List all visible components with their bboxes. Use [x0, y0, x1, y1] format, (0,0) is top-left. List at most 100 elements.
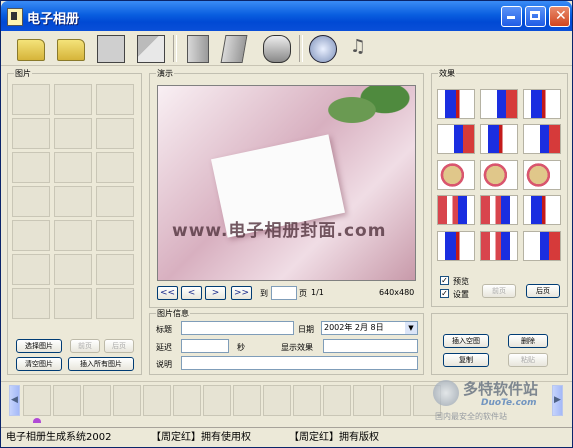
- save-icon[interactable]: [97, 35, 125, 63]
- toolbar-separator: [173, 35, 177, 62]
- effect-tile[interactable]: [480, 160, 518, 190]
- picture-slot[interactable]: [12, 186, 50, 217]
- picture-slot[interactable]: [12, 220, 50, 251]
- delay-field[interactable]: [181, 339, 229, 353]
- title-bar[interactable]: 电子相册 ✕: [1, 1, 572, 31]
- picture-slot[interactable]: [12, 254, 50, 285]
- seconds-label: 秒: [237, 343, 245, 352]
- new-folder-icon[interactable]: [17, 39, 45, 61]
- picture-slot[interactable]: [96, 220, 134, 251]
- effects-next-button[interactable]: 后页: [526, 284, 560, 298]
- effect-tile[interactable]: [523, 195, 561, 225]
- prev-page-button[interactable]: 前页: [70, 339, 100, 353]
- preview-image: www.电子相册封面.com: [157, 85, 416, 281]
- prev-button[interactable]: <: [181, 286, 202, 300]
- effect-tile[interactable]: [480, 195, 518, 225]
- next-page-button[interactable]: 后页: [104, 339, 134, 353]
- settings-checkbox[interactable]: ✓: [440, 289, 449, 298]
- status-bar: 电子相册生成系统2002 【周定红】拥有使用权 【周定红】拥有版权: [1, 427, 572, 447]
- picture-slot[interactable]: [96, 288, 134, 319]
- resolution-label: 640x480: [379, 288, 415, 297]
- filmstrip-slot[interactable]: [263, 385, 291, 416]
- scroll-right-icon[interactable]: ▶: [552, 385, 563, 416]
- music-icon[interactable]: ♫: [345, 35, 371, 61]
- first-page-button[interactable]: <<: [157, 286, 178, 300]
- effect-tile[interactable]: [437, 89, 475, 119]
- delete-button[interactable]: 删除: [508, 334, 548, 348]
- picture-slot[interactable]: [54, 118, 92, 149]
- effect-tile[interactable]: [523, 89, 561, 119]
- picture-slot[interactable]: [54, 254, 92, 285]
- effect-tile[interactable]: [523, 124, 561, 154]
- recycle-bin-icon[interactable]: [263, 35, 291, 63]
- description-field[interactable]: [181, 356, 418, 370]
- filmstrip-slot[interactable]: [173, 385, 201, 416]
- globe-icon[interactable]: [309, 35, 337, 63]
- filmstrip-slot[interactable]: [83, 385, 111, 416]
- picture-slot[interactable]: [12, 118, 50, 149]
- filmstrip-slot[interactable]: [383, 385, 411, 416]
- insert-blank-button[interactable]: 插入空图: [443, 334, 489, 348]
- picture-slot[interactable]: [54, 288, 92, 319]
- picture-slot[interactable]: [96, 186, 134, 217]
- title-field[interactable]: [181, 321, 294, 335]
- picture-slot[interactable]: [12, 152, 50, 183]
- logo-emblem-icon: [433, 380, 459, 406]
- effect-tile[interactable]: [437, 124, 475, 154]
- effect-tile[interactable]: [437, 195, 475, 225]
- filmstrip-slot[interactable]: [143, 385, 171, 416]
- effect-tile[interactable]: [437, 231, 475, 261]
- picture-slot[interactable]: [96, 254, 134, 285]
- logo-tagline: 国内最安全的软件站: [435, 412, 507, 421]
- picture-slot[interactable]: [54, 186, 92, 217]
- date-picker[interactable]: 2002年 2月 8日 ▼: [321, 321, 418, 335]
- document-icon[interactable]: [187, 35, 209, 63]
- insert-all-pictures-button[interactable]: 插入所有图片: [68, 357, 134, 371]
- clear-pictures-button[interactable]: 清空图片: [16, 357, 62, 371]
- maximize-button[interactable]: [525, 6, 546, 27]
- picture-slot[interactable]: [96, 118, 134, 149]
- preview-checkbox[interactable]: ✓: [440, 276, 449, 285]
- status-usage-rights: 【周定红】拥有使用权: [151, 432, 251, 443]
- copy-pages-icon[interactable]: [137, 35, 165, 63]
- filmstrip-slot[interactable]: [23, 385, 51, 416]
- copy-button[interactable]: 复制: [443, 353, 489, 367]
- position-marker-icon: [33, 418, 41, 423]
- picture-slot[interactable]: [12, 84, 50, 115]
- picture-slot[interactable]: [96, 84, 134, 115]
- effect-tile[interactable]: [523, 231, 561, 261]
- paste-button[interactable]: 粘贴: [508, 353, 548, 367]
- filmstrip-slot[interactable]: [293, 385, 321, 416]
- chevron-down-icon[interactable]: ▼: [405, 322, 417, 334]
- filmstrip-slot[interactable]: [353, 385, 381, 416]
- close-button[interactable]: ✕: [549, 6, 570, 27]
- minimize-button[interactable]: [501, 6, 522, 27]
- goto-page-input[interactable]: [271, 286, 297, 300]
- filmstrip-slot[interactable]: [233, 385, 261, 416]
- effect-tile[interactable]: [480, 124, 518, 154]
- effects-prev-button[interactable]: 前页: [482, 284, 516, 298]
- next-button[interactable]: >: [205, 286, 226, 300]
- select-picture-button[interactable]: 选择图片: [16, 339, 62, 353]
- settings-checkbox-label: 设置: [453, 290, 469, 299]
- filmstrip-slot[interactable]: [323, 385, 351, 416]
- picture-slot[interactable]: [54, 220, 92, 251]
- app-window: 电子相册 ✕ ♫ 图片 选择图片 前页 后页 清空图片 插入所有图片 演示 ww…: [0, 0, 573, 448]
- picture-slot[interactable]: [96, 152, 134, 183]
- documents-icon[interactable]: [220, 35, 248, 63]
- last-page-button[interactable]: >>: [231, 286, 252, 300]
- show-effect-field[interactable]: [323, 339, 418, 353]
- scroll-left-icon[interactable]: ◀: [9, 385, 20, 416]
- picture-slot[interactable]: [54, 84, 92, 115]
- filmstrip-slot[interactable]: [203, 385, 231, 416]
- effect-tile[interactable]: [523, 160, 561, 190]
- filmstrip-slot[interactable]: [53, 385, 81, 416]
- filmstrip-slot[interactable]: [113, 385, 141, 416]
- picture-slot[interactable]: [12, 288, 50, 319]
- open-folder-icon[interactable]: [57, 39, 85, 61]
- effect-tile[interactable]: [437, 160, 475, 190]
- effect-tile[interactable]: [480, 89, 518, 119]
- effect-tile[interactable]: [480, 231, 518, 261]
- picture-slot[interactable]: [54, 152, 92, 183]
- show-effect-label: 显示效果: [281, 343, 313, 352]
